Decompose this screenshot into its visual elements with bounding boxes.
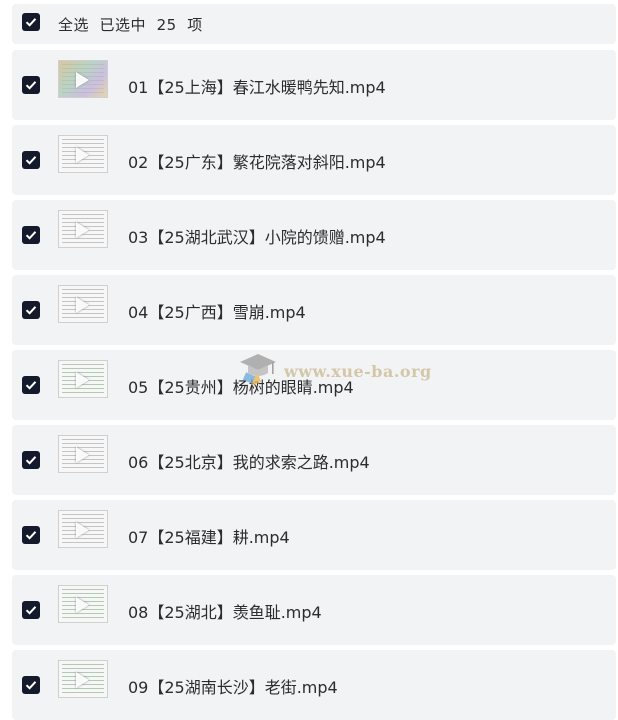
list-item[interactable]: 08【25湖北】羡鱼耻.mp4	[12, 575, 616, 645]
check-icon	[25, 18, 37, 27]
play-icon	[76, 447, 89, 463]
file-name[interactable]: 06【25北京】我的求索之路.mp4	[128, 449, 370, 473]
list-item[interactable]: 03【25湖北武汉】小院的馈赠.mp4	[12, 200, 616, 270]
check-icon	[25, 81, 37, 90]
file-name[interactable]: 04【25广西】雪崩.mp4	[128, 299, 306, 323]
check-icon	[25, 156, 37, 165]
video-thumbnail[interactable]	[58, 585, 108, 623]
item-checkbox[interactable]	[22, 601, 40, 619]
select-all-bar[interactable]: 全选 已选中 25 项	[12, 4, 616, 44]
file-name[interactable]: 02【25广东】繁花院落对斜阳.mp4	[128, 149, 386, 173]
item-checkbox[interactable]	[22, 226, 40, 244]
list-item[interactable]: 07【25福建】耕.mp4	[12, 500, 616, 570]
check-icon	[25, 456, 37, 465]
item-checkbox[interactable]	[22, 451, 40, 469]
play-icon	[76, 222, 89, 238]
check-icon	[25, 681, 37, 690]
video-thumbnail[interactable]	[58, 510, 108, 548]
file-name[interactable]: 08【25湖北】羡鱼耻.mp4	[128, 599, 322, 623]
list-item[interactable]: 02【25广东】繁花院落对斜阳.mp4	[12, 125, 616, 195]
play-icon	[76, 597, 89, 613]
file-name[interactable]: 07【25福建】耕.mp4	[128, 524, 290, 548]
select-all-label: 全选 已选中 25 项	[58, 16, 203, 34]
play-icon	[76, 522, 89, 538]
play-icon	[76, 147, 89, 163]
play-icon	[76, 72, 89, 88]
video-thumbnail[interactable]	[58, 435, 108, 473]
list-item[interactable]: 01【25上海】春江水暖鸭先知.mp4	[12, 50, 616, 120]
item-checkbox[interactable]	[22, 376, 40, 394]
check-icon	[25, 231, 37, 240]
check-icon	[25, 606, 37, 615]
list-item[interactable]: 05【25贵州】杨树的眼睛.mp4	[12, 350, 616, 420]
video-thumbnail[interactable]	[58, 285, 108, 323]
check-icon	[25, 381, 37, 390]
file-name[interactable]: 01【25上海】春江水暖鸭先知.mp4	[128, 74, 386, 98]
file-name[interactable]: 09【25湖南长沙】老街.mp4	[128, 674, 338, 698]
play-icon	[76, 297, 89, 313]
video-thumbnail[interactable]	[58, 660, 108, 698]
video-thumbnail[interactable]	[58, 360, 108, 398]
file-name[interactable]: 05【25贵州】杨树的眼睛.mp4	[128, 374, 354, 398]
file-name[interactable]: 03【25湖北武汉】小院的馈赠.mp4	[128, 224, 386, 248]
video-thumbnail[interactable]	[58, 210, 108, 248]
video-thumbnail[interactable]	[58, 60, 108, 98]
video-thumbnail[interactable]	[58, 135, 108, 173]
list-item[interactable]: 06【25北京】我的求索之路.mp4	[12, 425, 616, 495]
select-all-checkbox[interactable]	[22, 13, 40, 31]
item-checkbox[interactable]	[22, 151, 40, 169]
check-icon	[25, 306, 37, 315]
play-icon	[76, 372, 89, 388]
item-checkbox[interactable]	[22, 526, 40, 544]
play-icon	[76, 672, 89, 688]
item-checkbox[interactable]	[22, 301, 40, 319]
check-icon	[25, 531, 37, 540]
list-item[interactable]: 04【25广西】雪崩.mp4	[12, 275, 616, 345]
item-checkbox[interactable]	[22, 76, 40, 94]
item-checkbox[interactable]	[22, 676, 40, 694]
